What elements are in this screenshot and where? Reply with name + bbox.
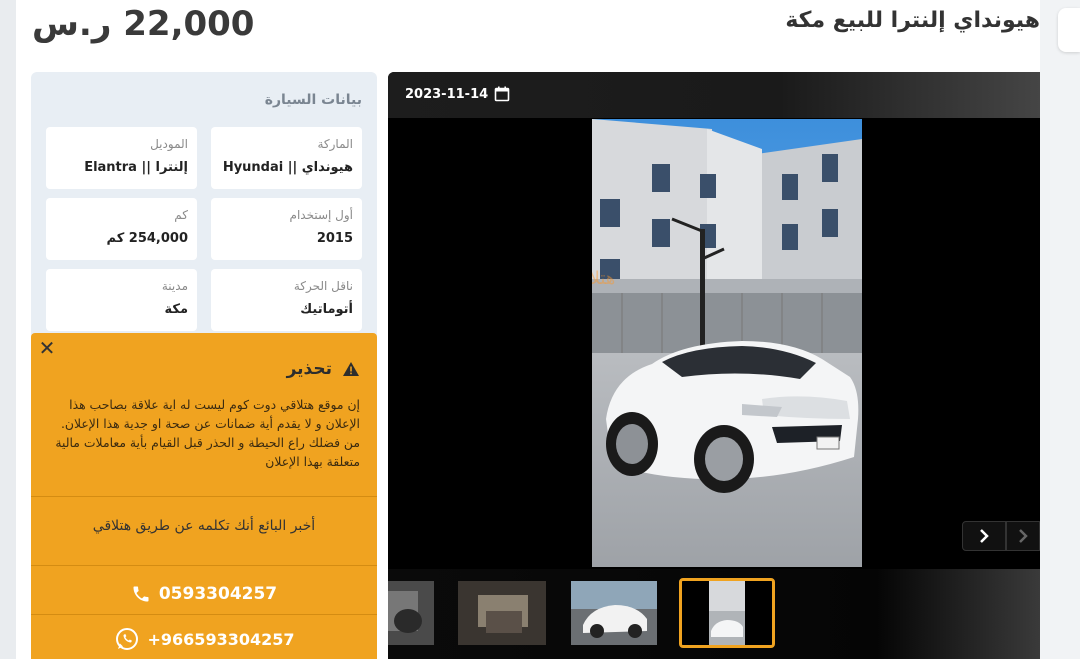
listing-page: 22,000 ر.س هيونداي إلنترا للبيع مكة بيان… [16,0,1040,659]
field-model: الموديل إلنترا || Elantra [46,127,197,189]
date-text: 2023-11-14 [405,86,489,102]
side-tab[interactable] [1058,8,1080,52]
listing-title: هيونداي إلنترا للبيع مكة [785,8,1040,33]
phone-icon [133,586,149,602]
warning-popup: ✕ تحذير إن موقع هتلاقي دوت كوم ليست له ا… [31,333,377,659]
watermark-text: هتلاقي [592,268,615,289]
car-photo-image: هتلاقي [592,119,862,567]
warning-text: إن موقع هتلاقي دوت كوم ليست له اية علاقة… [55,397,360,469]
whatsapp-button[interactable]: +966593304257 [31,621,377,657]
warning-triangle-icon [343,362,359,376]
photo-gallery: 2023-11-14 هتلا [388,72,1040,659]
warning-title: تحذير [286,359,332,379]
field-model-label: الموديل [150,137,188,151]
thumbnail[interactable] [571,581,657,645]
divider [31,565,377,566]
field-mileage-label: كم [174,208,188,222]
field-city-label: مدينة [161,279,188,293]
thumbnail-strip [388,569,1040,659]
close-icon[interactable]: ✕ [37,337,57,359]
field-model-value: إلنترا || Elantra [84,160,188,175]
field-transmission: ناقل الحركة أتوماتيك [211,269,362,331]
listing-date: 2023-11-14 [405,86,510,102]
field-first-use-value: 2015 [316,231,353,246]
car-info-title: بيانات السيارة [264,92,362,108]
chevron-right-icon [980,529,989,543]
warning-header: تحذير [287,359,360,379]
divider [31,614,377,615]
field-mileage-value: 254,000 كم [106,231,189,246]
divider [31,496,377,497]
thumbnail[interactable] [388,581,434,645]
field-city-value: مكة [164,302,189,317]
whatsapp-icon [115,628,138,650]
main-photo[interactable]: هتلاقي [592,119,862,567]
right-edge-panel [1040,0,1080,659]
whatsapp-number: +966593304257 [147,629,295,649]
field-transmission-value: أتوماتيك [300,302,353,317]
field-city: مدينة مكة [46,269,197,331]
prev-photo-button[interactable] [1006,521,1040,551]
listing-price: 22,000 ر.س [32,4,255,44]
field-transmission-label: ناقل الحركة [293,279,353,293]
tell-seller-text: أخبر البائع أنك تكلمه عن طريق هتلاقي [92,518,316,534]
next-photo-button[interactable] [962,521,1006,551]
field-brand-label: الماركة [317,137,353,151]
gallery-header: 2023-11-14 [388,72,1040,118]
field-brand-value: هيونداي || Hyundai [222,160,353,175]
field-first-use-label: أول إستخدام [289,208,353,222]
chevron-right-icon [1019,529,1028,543]
thumbnail-selected[interactable] [679,578,775,648]
phone-number: 0593304257 [158,584,278,604]
field-brand: الماركة هيونداي || Hyundai [211,127,362,189]
call-button[interactable]: 0593304257 [31,576,377,612]
calendar-icon [494,86,510,102]
field-first-use: أول إستخدام 2015 [211,198,362,260]
field-mileage: كم 254,000 كم [46,198,197,260]
thumbnail[interactable] [458,581,546,645]
